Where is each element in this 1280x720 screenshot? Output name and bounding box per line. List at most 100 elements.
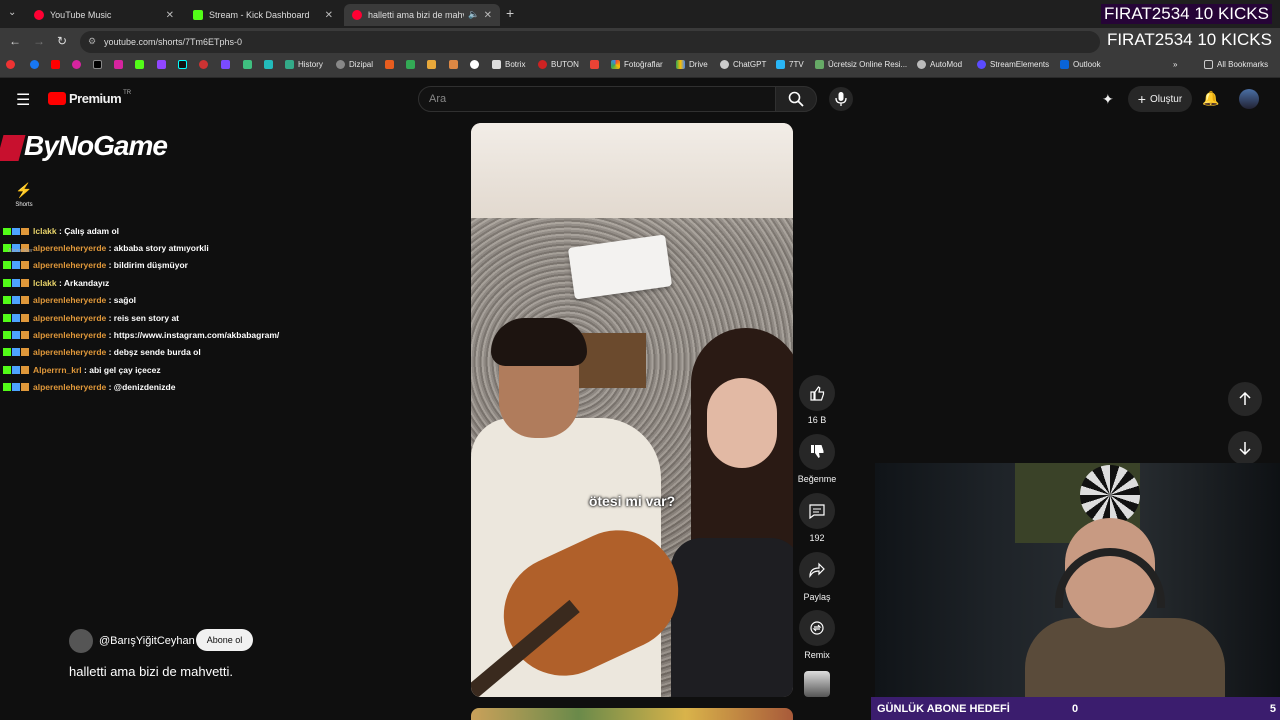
bookmark-icon-leaf[interactable] [406, 60, 419, 69]
bookmark-icon-bolt[interactable] [427, 60, 440, 69]
tab-list-chevron-icon[interactable]: ⌄ [8, 7, 16, 18]
dislike-button[interactable]: Beğenme [797, 434, 837, 484]
webcam-streamer [1025, 518, 1225, 697]
chat-message: alperenleheryerde : reis sen story at [0, 309, 356, 326]
bookmark-automod[interactable]: AutoMod [917, 60, 962, 69]
avatar[interactable] [1239, 89, 1259, 109]
create-button[interactable]: + Oluştur [1128, 86, 1192, 112]
bookmark-photos[interactable]: Fotoğraflar [611, 60, 663, 69]
bookmark-icon-twitch[interactable] [157, 60, 170, 69]
chat-message: alperenleheryerde : bildirim düşmüyor [0, 257, 356, 274]
subscribe-button[interactable]: Abone ol [196, 629, 253, 651]
chat-badges [3, 348, 30, 357]
chat-text: : sağol [108, 295, 137, 306]
chat-username: lclakk [33, 228, 57, 236]
tab-youtube-shorts[interactable]: halletti ama bizi de mahvetti 🔈 ✕ [344, 4, 500, 26]
bookmark-icon-circle[interactable] [470, 60, 483, 69]
dislike-label: Beğenme [797, 474, 837, 484]
bookmark-history[interactable]: History [285, 60, 323, 69]
channel-link[interactable]: @BarışYiğitCeyhan [69, 629, 195, 653]
sidebar-item-shorts[interactable]: ⚡ Shorts [10, 182, 38, 208]
chat-overlay: lclakk : Çalış adam ol alperenleheryerde … [0, 228, 356, 396]
chat-text: : bildirim düşmüyor [108, 260, 188, 271]
youtube-play-icon [48, 92, 66, 105]
browser-tab-strip: ⌄ YouTube Music ✕ Stream - Kick Dashboar… [0, 0, 1280, 28]
chat-badges [3, 313, 30, 322]
subscribe-label: Abone ol [206, 635, 243, 645]
notifications-bell-icon[interactable]: 🔔 [1202, 90, 1219, 107]
shorts-video-player[interactable]: ötesi mi var? [471, 123, 793, 697]
youtube-logo[interactable]: Premium TR [48, 90, 131, 106]
next-short-button[interactable] [1228, 431, 1262, 465]
plus-icon: + [1137, 91, 1146, 107]
next-video-preview[interactable] [471, 708, 793, 720]
search-button[interactable] [775, 86, 817, 112]
bookmark-botrix[interactable]: Botrix [492, 60, 525, 69]
previous-short-button[interactable] [1228, 382, 1262, 416]
tab-label: YouTube Music [50, 10, 112, 20]
bookmark-resim[interactable]: Ücretsiz Online Resi... [815, 60, 907, 69]
more-bookmarks-icon[interactable]: » [1173, 60, 1177, 69]
share-button[interactable]: Paylaş [797, 552, 837, 602]
chat-text: : https://www.instagram.com/akbabagram/ [108, 330, 280, 341]
chat-text: : abi gel çay içecez [84, 364, 161, 375]
bookmark-icon-instagram[interactable] [72, 60, 85, 69]
bookmark-icon-gmail[interactable] [590, 60, 603, 69]
bookmark-icon-tiktok[interactable] [178, 60, 191, 69]
bookmark-chatgpt[interactable]: ChatGPT [720, 60, 766, 69]
address-bar[interactable]: ⚙ youtube.com/shorts/7Tm6ETphs-0 [80, 31, 1100, 53]
bookmark-label: ChatGPT [733, 60, 767, 69]
bookmark-buton[interactable]: BUTON [538, 60, 579, 69]
like-button[interactable]: 16 B [797, 375, 837, 425]
sound-thumbnail[interactable] [804, 671, 830, 697]
bookmark-7tv[interactable]: 7TV [776, 60, 804, 69]
brand-text: ByNoGame [24, 130, 168, 161]
bookmark-icon-facebook[interactable] [30, 60, 43, 69]
bookmark-icon-purple[interactable] [221, 60, 234, 69]
youtube-icon [352, 10, 362, 20]
bookmark-drive[interactable]: Drive [676, 60, 708, 69]
bookmark-icon-youtube[interactable] [51, 60, 64, 69]
bookmark-icon-kick[interactable] [135, 60, 148, 69]
video-ceiling [471, 123, 793, 218]
new-tab-icon[interactable]: + [506, 5, 514, 21]
back-icon[interactable]: ← [9, 34, 21, 48]
site-info-icon[interactable]: ⚙ [88, 36, 96, 47]
webcam-feed [875, 463, 1280, 697]
bookmark-dizipal[interactable]: Dizipal [336, 60, 373, 69]
bookmark-icon-green[interactable] [243, 60, 256, 69]
bookmark-label: 7TV [789, 60, 804, 69]
tab-kick-dashboard[interactable]: Stream - Kick Dashboard ✕ [185, 4, 341, 26]
chat-badges [3, 228, 30, 235]
tab-youtube-music[interactable]: YouTube Music ✕ [26, 4, 182, 26]
bookmark-icon-k[interactable] [385, 60, 398, 69]
close-icon[interactable]: ✕ [325, 10, 333, 21]
chat-message: alperenleheryerde : sağol [0, 292, 356, 309]
bookmark-icon-teal[interactable] [264, 60, 277, 69]
forward-icon[interactable]: → [33, 34, 45, 48]
reload-icon[interactable]: ↻ [57, 34, 67, 48]
sidebar-item-subscriptions: Abonelikler [8, 248, 33, 254]
all-bookmarks[interactable]: All Bookmarks [1204, 60, 1268, 69]
comments-button[interactable]: 192 [797, 493, 837, 543]
bookmark-outlook[interactable]: Outlook [1060, 60, 1101, 69]
close-icon[interactable]: ✕ [166, 10, 174, 21]
menu-icon[interactable]: ☰ [16, 90, 30, 110]
bookmark-streamelements[interactable]: StreamElements [977, 60, 1049, 69]
chat-message: lclakk : Arkandayız [0, 274, 356, 291]
speaker-icon[interactable]: 🔈 [468, 9, 479, 20]
bookmark-icon-hat[interactable] [449, 60, 462, 69]
ai-sparkle-icon[interactable]: ✦ [1102, 91, 1114, 108]
remix-button[interactable]: Remix [797, 610, 837, 660]
bookmark-icon-x[interactable] [93, 60, 106, 69]
voice-search-button[interactable] [829, 87, 853, 111]
close-icon[interactable]: ✕ [484, 10, 492, 21]
bookmarks-bar: History Dizipal Botrix BUTON Fotoğraflar… [0, 56, 1280, 78]
bookmark-icon-opera[interactable] [6, 60, 19, 69]
chat-message: Alperrrn_krl : abi gel çay içecez [0, 361, 356, 378]
bookmark-label: Ücretsiz Online Resi... [828, 60, 908, 69]
chat-username: alperenleheryerde [33, 312, 107, 323]
bookmark-icon-instagram2[interactable] [114, 60, 127, 69]
bookmark-icon-gear[interactable] [199, 60, 212, 69]
search-input[interactable]: Ara [418, 86, 776, 112]
